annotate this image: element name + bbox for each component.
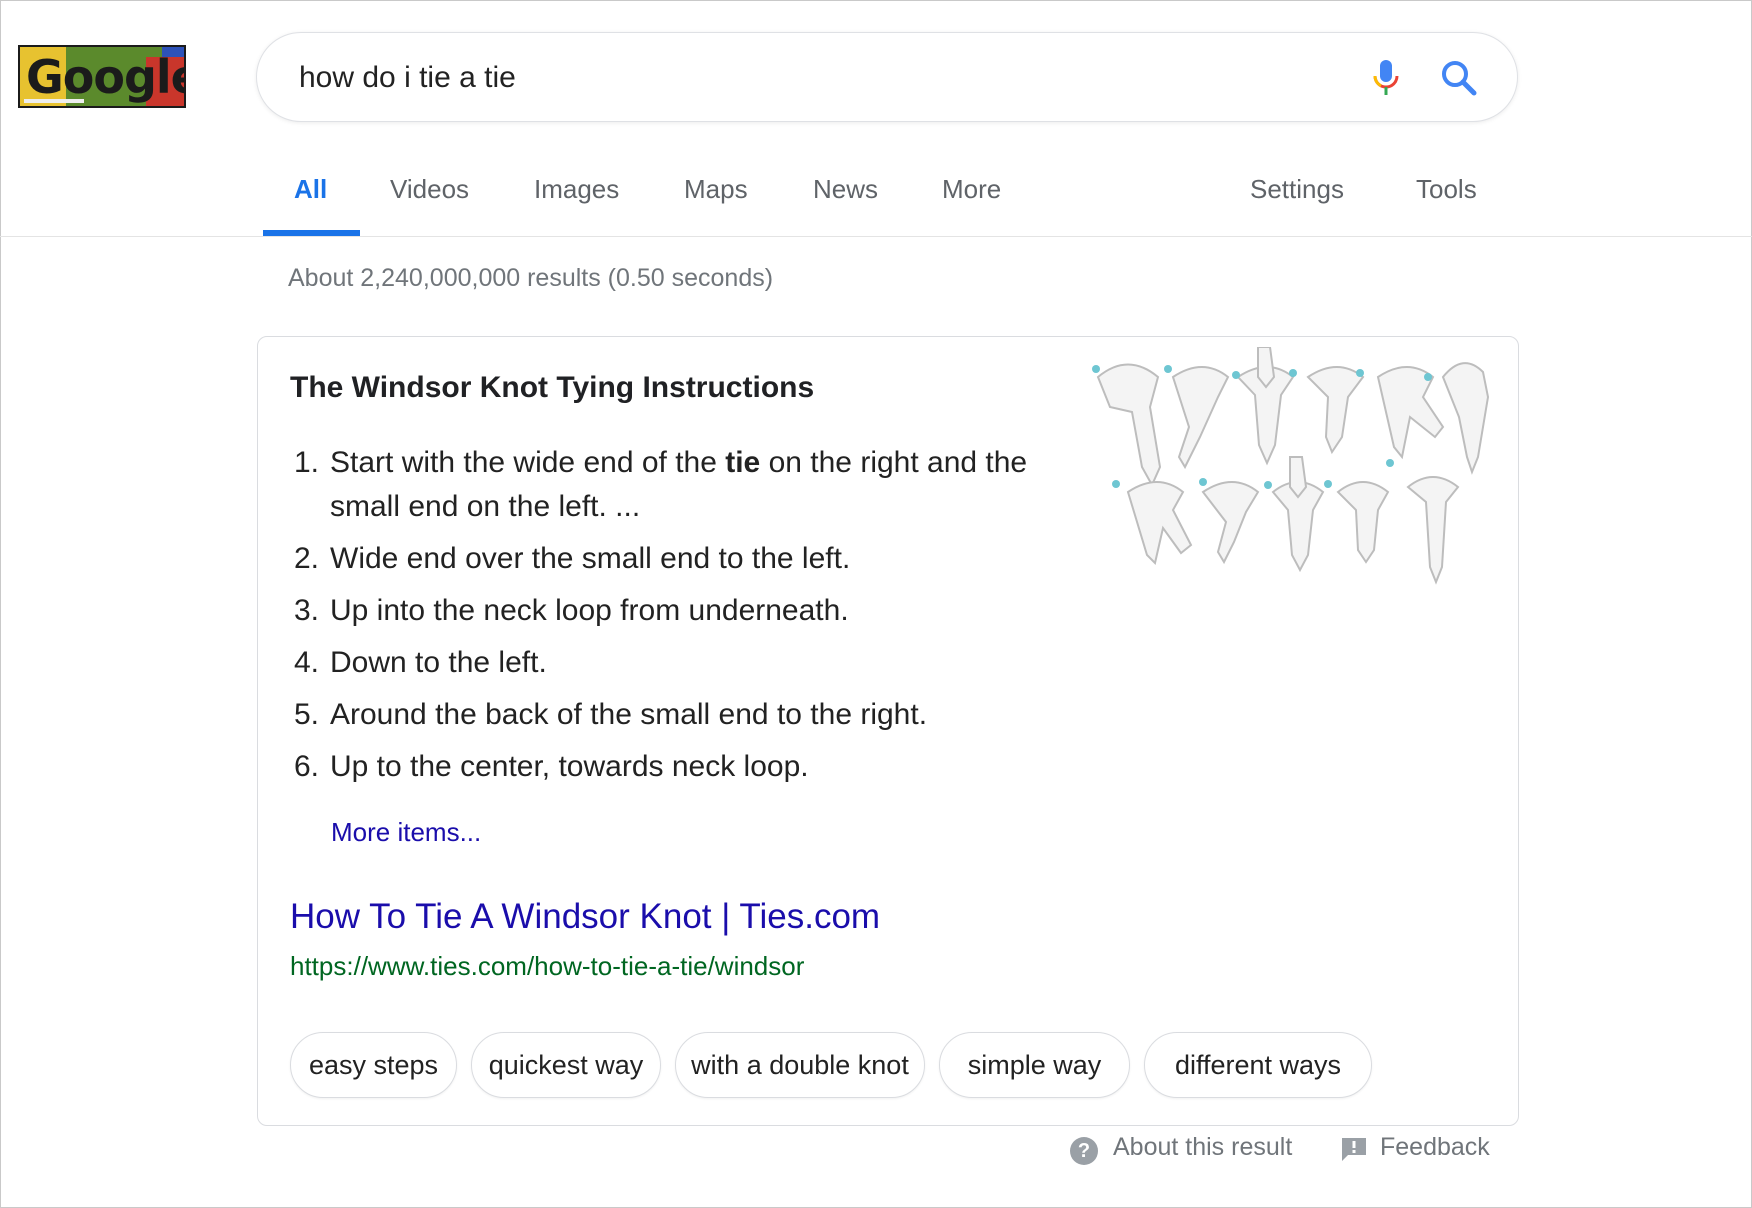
search-input[interactable] — [297, 53, 1301, 103]
google-logo[interactable]: Google — [18, 45, 186, 108]
result-url: https://www.ties.com/how-to-tie-a-tie/wi… — [290, 951, 805, 981]
step-number: 5. — [294, 698, 320, 731]
step-number: 1. — [294, 446, 320, 479]
step-text: Up to the center, towards neck loop. — [330, 750, 809, 783]
chip-simple-way[interactable]: simple way — [939, 1032, 1130, 1098]
featured-snippet: The Windsor Knot Tying Instructions 1. St… — [257, 336, 1519, 1126]
step-bold-text: tie — [725, 446, 761, 479]
steps-list: 1. Start with the wide end of the tie on … — [290, 441, 1050, 797]
step-text: Up into the neck loop from underneath. — [330, 594, 849, 627]
list-item: 3. Up into the neck loop from underneath. — [290, 589, 1050, 633]
result-stats: About 2,240,000,000 results (0.50 second… — [288, 264, 774, 292]
tab-news[interactable]: News — [813, 174, 878, 205]
list-item: 1. Start with the wide end of the tie on … — [290, 441, 1050, 529]
tools-link[interactable]: Tools — [1416, 174, 1477, 205]
feedback-link[interactable]: Feedback — [1380, 1133, 1490, 1162]
search-icon[interactable] — [1437, 56, 1481, 100]
chip-double-knot[interactable]: with a double knot — [675, 1032, 925, 1098]
tab-all[interactable]: All — [294, 174, 327, 205]
more-items-link[interactable]: More items... — [331, 817, 481, 848]
step-number: 2. — [294, 542, 320, 575]
tab-more[interactable]: More — [942, 174, 1001, 205]
help-icon[interactable]: ? — [1070, 1137, 1098, 1165]
microphone-icon[interactable] — [1364, 56, 1408, 100]
header-divider — [0, 236, 1752, 237]
tab-images[interactable]: Images — [534, 174, 619, 205]
snippet-title: The Windsor Knot Tying Instructions — [290, 371, 815, 404]
chip-quickest-way[interactable]: quickest way — [471, 1032, 661, 1098]
step-text: Down to the left. — [330, 646, 547, 679]
logo-text: Google — [26, 50, 186, 104]
list-item: 2. Wide end over the small end to the lef… — [290, 537, 1050, 581]
step-number: 6. — [294, 750, 320, 783]
settings-link[interactable]: Settings — [1250, 174, 1344, 205]
chip-different-ways[interactable]: different ways — [1144, 1032, 1372, 1098]
step-text: Start with the wide end of the — [330, 446, 726, 479]
step-number: 3. — [294, 594, 320, 627]
step-number: 4. — [294, 646, 320, 679]
chip-easy-steps[interactable]: easy steps — [290, 1032, 457, 1098]
step-text: Wide end over the small end to the left. — [330, 542, 851, 575]
result-title-link[interactable]: How To Tie A Windsor Knot | Ties.com — [290, 897, 880, 937]
step-text: Around the back of the small end to the … — [330, 698, 928, 731]
search-bar — [256, 32, 1518, 122]
list-item: 6. Up to the center, towards neck loop. — [290, 745, 1050, 789]
about-this-result-link[interactable]: About this result — [1113, 1133, 1292, 1162]
list-item: 5. Around the back of the small end to th… — [290, 693, 1050, 737]
tie-illustration[interactable] — [1088, 347, 1508, 587]
list-item: 4. Down to the left. — [290, 641, 1050, 685]
tab-maps[interactable]: Maps — [684, 174, 748, 205]
search-tabs: All Videos Images Maps News More Setting… — [0, 160, 1752, 237]
tab-videos[interactable]: Videos — [390, 174, 469, 205]
feedback-icon[interactable] — [1340, 1136, 1368, 1162]
